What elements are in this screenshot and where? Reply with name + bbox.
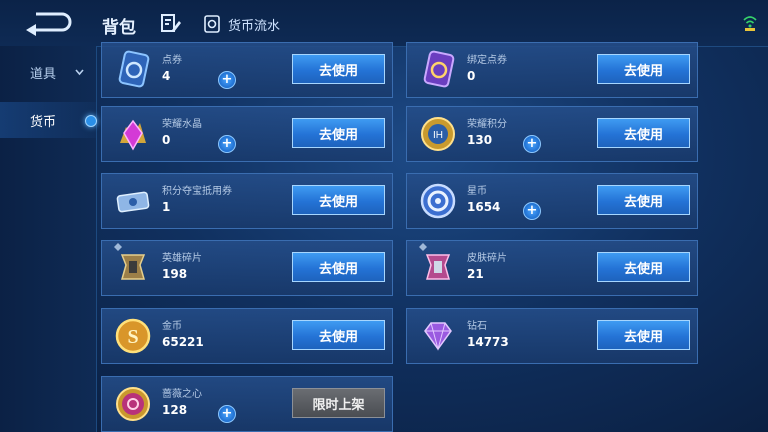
add-button[interactable]: + [218,405,236,423]
active-indicator [85,115,97,127]
use-button[interactable]: 去使用 [292,185,385,215]
limited-time-button[interactable]: 限时上架 [292,388,385,418]
currency-card: 皮肤碎片 21 去使用 [406,240,698,296]
currency-name: 绑定点券 [467,55,507,66]
currency-name: 荣耀水晶 [162,119,202,130]
use-button[interactable]: 去使用 [292,54,385,84]
use-button[interactable]: 去使用 [597,185,690,215]
currency-name: 英雄碎片 [162,253,202,264]
sidebar-item-currency[interactable]: 货币 [0,102,97,138]
currency-name: 金币 [162,321,182,332]
currency-name: 蔷薇之心 [162,389,202,400]
currency-card: 点券 4 + 去使用 [101,42,393,98]
add-button[interactable]: + [218,71,236,89]
currency-name: 点券 [162,55,182,66]
currency-card: 蔷薇之心 128 + 限时上架 [101,376,393,432]
add-button[interactable]: + [523,202,541,220]
currency-card: 绑定点券 0 去使用 [406,42,698,98]
currency-value: 1654 [467,200,501,214]
sidebar: 道具 货币 [0,46,97,432]
currency-card: IH 荣耀积分 130 + 去使用 [406,106,698,162]
sidebar-item-label: 货币 [30,114,57,130]
rose-heart-icon [116,387,150,421]
currency-card: 英雄碎片 198 去使用 [101,240,393,296]
edit-icon[interactable] [160,12,182,34]
ticket-icon [118,50,150,88]
sidebar-item-label: 道具 [30,66,57,82]
flow-icon [204,15,220,33]
svg-text:IH: IH [433,130,443,141]
svg-text:S: S [127,326,138,348]
use-button[interactable]: 去使用 [292,320,385,350]
page-title: 背包 [102,18,136,38]
currency-value: 128 [162,403,188,417]
gold-coin-icon: S [115,318,151,354]
currency-card: 荣耀水晶 0 + 去使用 [101,106,393,162]
honor-points-icon: IH [421,117,455,151]
skin-fragment-icon [425,254,451,280]
crystal-icon [120,119,146,151]
currency-value: 0 [162,133,171,147]
add-button[interactable]: + [523,135,541,153]
use-button[interactable]: 去使用 [597,252,690,282]
currency-name: 星币 [467,186,487,197]
bound-ticket-icon [423,50,455,88]
currency-flow-label: 货币流水 [228,18,281,34]
wifi-signal-icon [743,16,757,31]
chevron-down-icon [75,69,84,76]
top-bar: 背包 货币流水 [0,0,768,47]
add-button[interactable]: + [218,135,236,153]
currency-name: 皮肤碎片 [467,253,507,264]
currency-value: 14773 [467,335,509,349]
coupon-icon [116,191,150,213]
currency-name: 荣耀积分 [467,119,507,130]
currency-card: 积分夺宝抵用券 1 去使用 [101,173,393,229]
use-button[interactable]: 去使用 [292,118,385,148]
hero-fragment-icon [120,254,146,280]
use-button[interactable]: 去使用 [597,320,690,350]
currency-name: 钻石 [467,321,487,332]
currency-name: 积分夺宝抵用券 [162,186,232,197]
use-button[interactable]: 去使用 [597,118,690,148]
diamond-icon [424,322,452,351]
currency-value: 21 [467,267,484,281]
currency-card: S 金币 65221 去使用 [101,308,393,364]
currency-card: 钻石 14773 去使用 [406,308,698,364]
back-arrow-icon[interactable] [22,10,72,36]
currency-card: 星币 1654 + 去使用 [406,173,698,229]
currency-value: 130 [467,133,493,147]
currency-value: 65221 [162,335,204,349]
star-coin-icon [420,183,456,219]
use-button[interactable]: 去使用 [597,54,690,84]
sidebar-item-items[interactable]: 道具 [0,54,96,90]
currency-value: 4 [162,69,171,83]
currency-value: 198 [162,267,188,281]
currency-value: 1 [162,200,171,214]
currency-flow-button[interactable]: 货币流水 [204,12,280,36]
use-button[interactable]: 去使用 [292,252,385,282]
currency-value: 0 [467,69,476,83]
